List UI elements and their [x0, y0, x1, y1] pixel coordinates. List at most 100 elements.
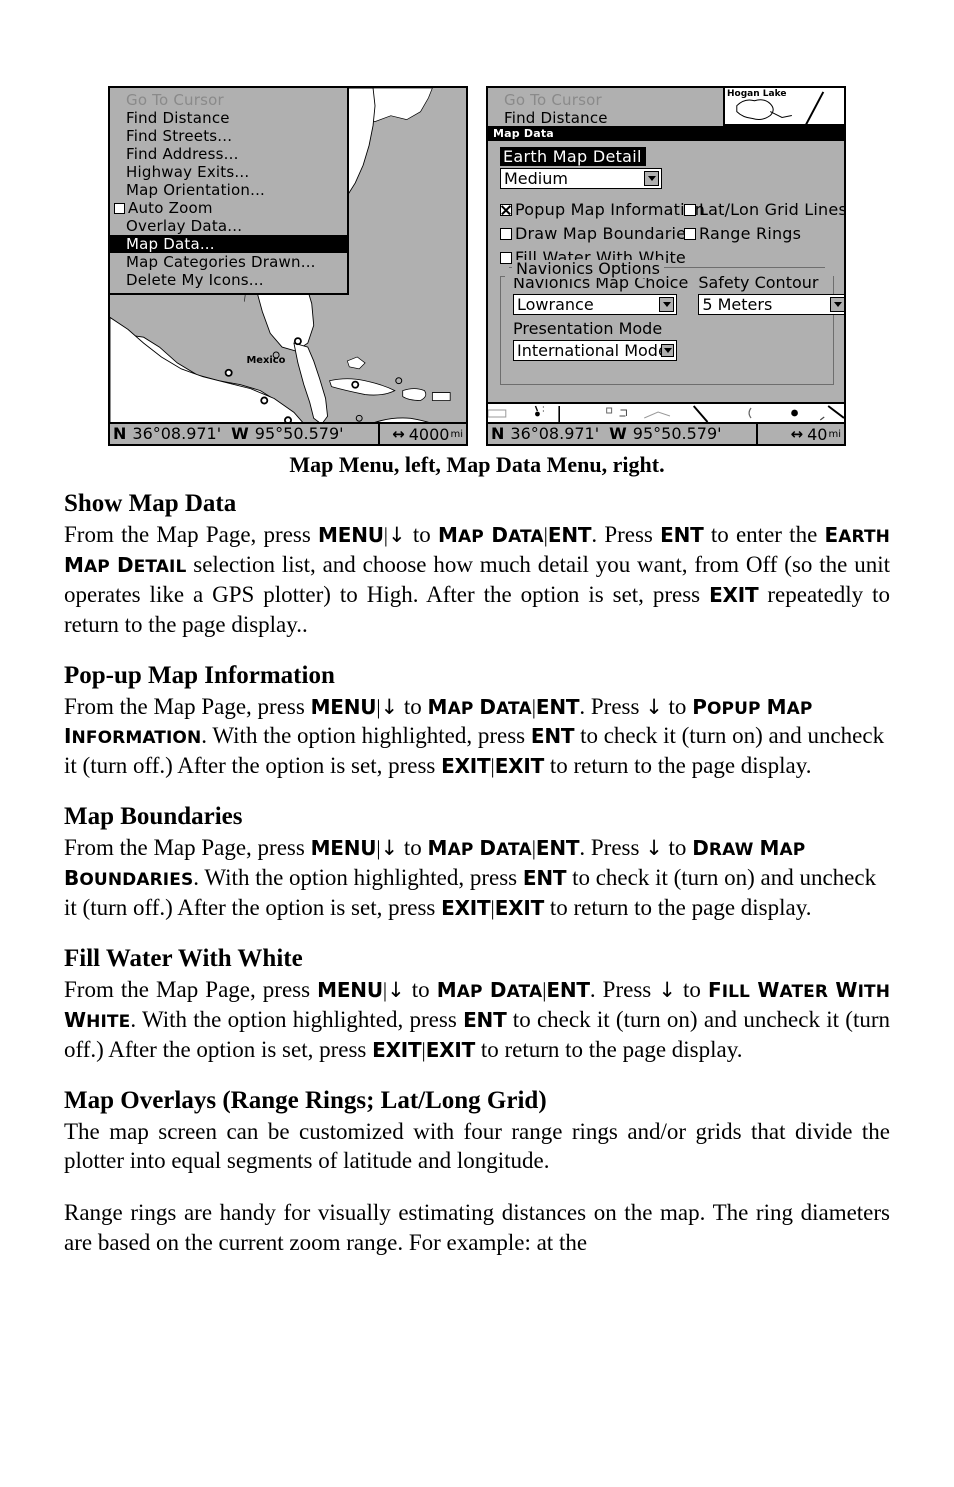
checkbox-range-rings[interactable]: Range Rings [684, 225, 801, 243]
key-name: EXIT [372, 1037, 422, 1062]
section-paragraph-fill-water-with-white: From the Map Page, press MENU|↓ to MAP D… [64, 976, 891, 1062]
status-bar-right: N 36°08.971' W 95°50.579' ↔ 40 mi [488, 422, 844, 444]
zoom-unit: mi [828, 428, 841, 440]
menu-peek-item-find-distance[interactable]: Find Distance [488, 109, 725, 126]
navionics-options-group: Navionics Options Navionics Map Choice L… [500, 259, 844, 385]
key-name: ENT [546, 977, 590, 1002]
lcd-map-data-screen: Go To Cursor Find Distance Hogan Lake Ma… [486, 86, 846, 446]
safety-contour-value: 5 Meters [702, 295, 773, 314]
key-name: ENT [660, 523, 704, 547]
section-paragraph-map-overlays-2: Range rings are handy for visually estim… [64, 1200, 890, 1256]
chevron-down-icon[interactable] [830, 297, 844, 312]
menu-item-overlay-data[interactable]: Overlay Data... [110, 217, 347, 235]
menu-item-find-streets[interactable]: Find Streets... [110, 127, 347, 145]
longitude-hemisphere: W [609, 424, 627, 443]
figure-screenshots: Mexico Venezeula Go To Cursor Find Dista… [0, 86, 954, 448]
checkbox-icon-checked[interactable] [500, 204, 512, 216]
menu-item-map-data[interactable]: Map Data... [110, 235, 347, 253]
menu-item-map-categories-drawn[interactable]: Map Categories Drawn... [110, 253, 347, 271]
chevron-down-icon[interactable] [661, 344, 674, 357]
checkbox-draw-map-boundaries[interactable]: Draw Map Boundaries [500, 225, 695, 243]
key-name: ENT [547, 523, 592, 547]
menu-peek-item-go-to-cursor: Go To Cursor [504, 91, 602, 109]
zoom-value: 4000 [408, 424, 450, 444]
lake-map-inset: Hogan Lake [723, 88, 844, 126]
section-paragraph-map-boundaries: From the Map Page, press MENU|↓ to MAP D… [64, 835, 877, 921]
map-menu-peek: Go To Cursor Find Distance [488, 88, 727, 126]
checkbox-icon[interactable] [684, 204, 696, 216]
menu-item-highway-exits[interactable]: Highway Exits... [110, 163, 347, 181]
menu-reference: MAP DATA [427, 836, 532, 861]
checkbox-popup-map-information[interactable]: Popup Map Information [500, 201, 705, 219]
menu-item-find-distance[interactable]: Find Distance [110, 109, 347, 127]
checkbox-label: Lat/Lon Grid Lines [699, 200, 846, 219]
earth-map-detail-value: Medium [504, 169, 568, 188]
down-arrow-icon: ↓ [380, 836, 399, 861]
navionics-options-legend: Navionics Options [512, 259, 665, 278]
down-arrow-icon: ↓ [645, 836, 663, 861]
checkbox-lat-lon-grid-lines[interactable]: Lat/Lon Grid Lines [684, 200, 846, 219]
latitude-value: 36°08.971' [510, 424, 600, 443]
auto-zoom-checkbox-icon[interactable] [114, 202, 125, 214]
key-name: ENT [535, 836, 580, 861]
key-name: EXIT [494, 896, 545, 921]
figure-caption: Map Menu, left, Map Data Menu, right. [289, 452, 665, 477]
presentation-mode-select[interactable]: International Mode [513, 340, 677, 361]
position-readout-left: N 36°08.971' W 95°50.579' [110, 424, 380, 444]
zoom-range-left: ↔ 4000 mi [380, 424, 466, 444]
longitude-hemisphere: W [231, 424, 249, 443]
safety-contour-select[interactable]: 5 Meters [698, 294, 844, 315]
section-heading-fill-water-with-white: Fill Water With White [64, 944, 303, 972]
key-name: ENT [535, 694, 580, 719]
dialog-title: Map Data [488, 126, 844, 141]
lcd-map-menu-screen: Mexico Venezeula Go To Cursor Find Dista… [108, 86, 468, 446]
key-name: EXIT [709, 582, 759, 607]
presentation-mode-label: Presentation Mode [513, 319, 663, 338]
checkbox-icon[interactable] [500, 228, 512, 240]
menu-item-go-to-cursor: Go To Cursor [126, 91, 224, 109]
checkbox-row: Popup Map Information Lat/Lon Grid Lines [500, 198, 844, 222]
earth-map-detail-label: Earth Map Detail [500, 147, 646, 166]
menu-item-find-address[interactable]: Find Address... [110, 145, 347, 163]
checkbox-icon[interactable] [684, 228, 696, 240]
key-name: EXIT [425, 1037, 476, 1062]
key-name: EXIT [494, 754, 545, 779]
position-readout-right: N 36°08.971' W 95°50.579' [488, 424, 758, 444]
down-arrow-icon: ↓ [658, 977, 676, 1002]
chevron-down-icon[interactable] [659, 297, 674, 312]
key-name: MENU [318, 523, 384, 547]
chevron-down-icon[interactable] [644, 171, 659, 186]
down-arrow-icon: ↓ [380, 694, 399, 719]
menu-item-map-orientation[interactable]: Map Orientation... [110, 181, 347, 199]
section-heading-map-overlays: Map Overlays (Range Rings; Lat/Long Grid… [64, 1086, 547, 1114]
key-name: MENU [317, 977, 383, 1002]
latitude-hemisphere: N [491, 424, 505, 443]
navionics-map-choice-value: Lowrance [517, 295, 594, 314]
key-name: MENU [310, 694, 377, 719]
menu-reference: MAP DATA [436, 977, 543, 1002]
section-paragraph-show-map-data: From the Map Page, press MENU|↓ to MAP D… [64, 522, 891, 637]
status-bar-left: N 36°08.971' W 95°50.579' ↔ 4000 mi [110, 422, 466, 444]
earth-map-detail-select[interactable]: Medium [500, 168, 662, 189]
section-heading-map-boundaries: Map Boundaries [64, 803, 243, 831]
map-detail-strip [488, 402, 844, 422]
zoom-arrows-icon: ↔ [790, 425, 804, 443]
section-heading-popup-map-information: Pop-up Map Information [64, 661, 335, 689]
longitude-value: 95°50.579' [632, 424, 722, 443]
latitude-hemisphere: N [113, 424, 127, 443]
navionics-map-choice-select[interactable]: Lowrance [513, 294, 677, 315]
menu-item-auto-zoom[interactable]: Auto Zoom [110, 199, 347, 217]
section-paragraph-map-overlays-1: The map screen can be customized with fo… [64, 1118, 890, 1174]
menu-item-auto-zoom-label: Auto Zoom [128, 199, 213, 217]
presentation-mode-value: International Mode [517, 341, 661, 360]
key-name: ENT [530, 724, 575, 749]
checkbox-icon[interactable] [500, 252, 512, 264]
menu-item-delete-my-icons[interactable]: Delete My Icons... [110, 271, 347, 289]
zoom-unit: mi [450, 428, 463, 440]
key-name: ENT [522, 866, 567, 891]
checkbox-label: Range Rings [699, 224, 802, 243]
down-arrow-icon: ↓ [387, 977, 405, 1002]
map-menu-panel: Go To Cursor Find Distance Find Streets.… [110, 88, 349, 295]
key-name: ENT [463, 1007, 507, 1032]
zoom-arrows-icon: ↔ [392, 425, 405, 443]
